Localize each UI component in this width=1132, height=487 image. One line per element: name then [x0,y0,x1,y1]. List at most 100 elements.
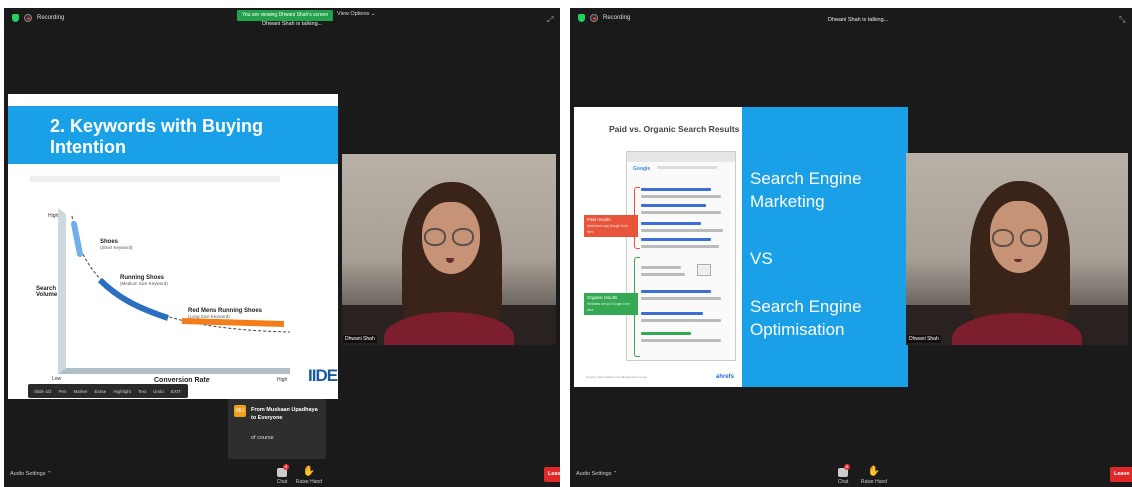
x-axis [58,368,290,374]
chat-label: Chat [837,479,849,485]
image-placeholder [697,264,711,276]
chat-badge: 8 [844,464,851,470]
chevron-down-icon: ⌄ [370,11,376,17]
seo-line-2: Optimisation [750,320,845,339]
toolbar-item[interactable]: Highlight [113,389,131,394]
chat-icon: 8 [277,464,290,477]
raise-hand-button[interactable]: ✋ Raise Hand [294,466,324,486]
google-logo: Google [633,166,651,172]
result-line [641,211,721,214]
audio-settings-button[interactable]: Audio Settings ⌃ [10,471,52,477]
vs-label: VS [750,249,773,268]
toolbar-item[interactable]: Marker [74,389,88,394]
chat-button[interactable]: 8 Chat [267,464,297,485]
result-line [641,229,723,232]
recording-label: Recording [603,15,631,21]
audio-settings-button[interactable]: Audio Settings ⌃ [576,471,618,477]
toolbar-item[interactable]: Undo [153,389,164,394]
toolbar-item[interactable]: Text [138,389,146,394]
result-line [641,332,691,335]
chat-button[interactable]: 8 Chat [828,464,858,485]
sem-line-1: Search Engine [750,169,862,188]
browser-titlebar [627,152,735,162]
participant-name: Dhwani Shah [343,335,377,343]
shoes-segment [71,221,83,257]
hand-icon: ✋ [302,466,316,477]
result-line [641,339,721,342]
collapse-icon[interactable]: ⤡ [1119,15,1125,25]
result-line [641,245,719,248]
view-options-label: View Options [337,11,370,17]
keyword-shoes-sub: (Short Keyword) [100,245,133,250]
chat-sender: From Muskaan Upadhaya to Everyone [251,407,318,421]
recording-label: Recording [37,15,65,21]
raise-hand-label: Raise Hand [860,479,888,485]
recording-indicator[interactable]: Recording [12,14,64,22]
leave-button[interactable]: Leave [544,467,560,482]
talking-indicator: Dhwani Shah is talking... [828,17,889,23]
hand-icon: ✋ [867,466,881,477]
slide-comparison-panel: Search Engine Marketing VS Search Engine… [742,107,908,387]
shared-slide: Paid vs. Organic Search Results Google P… [574,107,908,387]
chat-message: of course [251,435,274,441]
glasses-left-lens [992,229,1014,247]
raise-hand-label: Raise Hand [295,479,323,485]
slide-title: Paid vs. Organic Search Results [609,124,740,134]
raise-hand-button[interactable]: ✋ Raise Hand [859,466,889,486]
paid-results-callout: Paid results Advertisers pay Google to b… [584,215,638,237]
source-note: Source: https://ahrefs.com/blog/search-v… [586,375,648,379]
seo-line-1: Search Engine [750,297,862,316]
toolbar-item[interactable]: EXIT [171,389,181,394]
x-axis-title: Conversion Rate [154,377,210,384]
result-line [641,266,681,269]
result-line [641,222,701,225]
top-bar: Recording You are viewing Dhwani Shah's … [4,8,560,30]
top-bar: ⤢ Recording Dhwani Shah is talking... ⤡ [570,8,1132,30]
glasses-left-lens [424,228,446,246]
toolbar-item[interactable]: Pen [59,389,67,394]
viewing-banner-text: You are viewing Dhwani Shah's screen [242,12,329,18]
result-line [641,312,703,315]
chat-avatar: MU [234,405,246,417]
speaker-video-tile[interactable]: Dhwani Shah [342,154,556,345]
result-line [641,319,721,322]
result-line [641,195,721,198]
red-mens-segment [181,318,285,327]
chevron-up-icon: ⌃ [47,471,52,477]
organic-sub: Websites are put Google to be here [587,302,630,312]
keyword-label-red: Red Mens Running Shoes (Long Size Keywor… [188,308,262,319]
result-line [641,188,711,191]
speaker-video-tile[interactable]: Dhwani Shah [906,153,1128,345]
result-line [641,238,711,241]
shield-icon [578,14,585,22]
shared-slide: 2. Keywords with Buying Intention High L… [8,94,338,399]
paid-sub: Advertisers pay Google to be here [587,224,629,234]
toolbar-item[interactable]: Erase [95,389,107,394]
keyword-red-sub: (Long Size Keyword) [188,314,230,319]
meeting-window-right: ⤢ Recording Dhwani Shah is talking... ⤡ … [570,8,1132,487]
recording-indicator[interactable]: Recording [578,14,630,22]
shield-icon [12,14,19,22]
view-options-button[interactable]: View Options ⌄ [337,11,375,17]
chat-badge: 8 [283,464,290,470]
result-line [641,297,721,300]
search-box [657,166,717,169]
chat-notification[interactable]: MU From Muskaan Upadhaya to Everyone of … [228,399,326,459]
x-high-label: High [277,377,288,383]
chevron-up-icon: ⌃ [613,471,618,477]
y-axis-title: Search Volume [36,286,58,298]
organic-results-callout: Organic results Websites are put Google … [584,293,638,315]
record-icon [24,14,32,22]
expand-icon[interactable]: ⤢ [547,15,553,25]
y-low-label: Low [52,376,62,382]
audio-settings-label: Audio Settings [10,471,46,477]
organic-label: Organic results [587,295,618,300]
audio-settings-label: Audio Settings [576,471,612,477]
participant-name: Dhwani Shah [907,335,941,343]
ahrefs-logo: ahrefs [716,374,735,380]
toolbar-item[interactable]: Slide 4/2 [34,389,52,394]
keyword-label-shoes: Shoes (Short Keyword) [100,239,133,250]
leave-button[interactable]: Leave [1110,467,1132,482]
annotation-toolbar: Slide 4/2 Pen Marker Erase Highlight Tex… [28,384,188,398]
record-icon [590,14,598,22]
